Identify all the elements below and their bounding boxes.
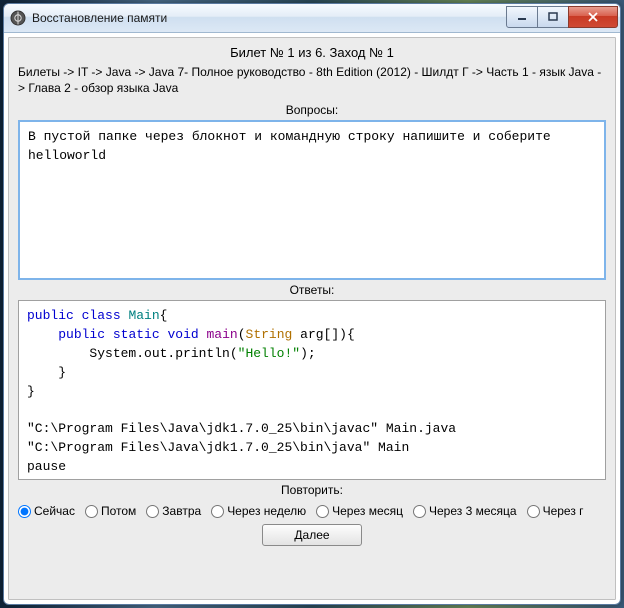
repeat-label: Повторить: — [18, 483, 606, 497]
app-icon — [10, 10, 26, 26]
repeat-option[interactable]: Через неделю — [211, 504, 306, 518]
titlebar[interactable]: Восстановление памяти — [4, 4, 620, 33]
answers-label: Ответы: — [18, 283, 606, 297]
close-button[interactable] — [568, 6, 618, 28]
action-row: Далее — [18, 524, 606, 548]
question-textarea[interactable]: В пустой папке через блокнот и командную… — [18, 120, 606, 280]
maximize-icon — [548, 12, 558, 22]
repeat-option[interactable]: Потом — [85, 504, 136, 518]
repeat-option-label: Потом — [101, 504, 136, 518]
questions-label: Вопросы: — [18, 103, 606, 117]
client-area: Билет № 1 из 6. Заход № 1 Билеты -> IT -… — [7, 36, 617, 601]
window-controls — [507, 6, 618, 28]
repeat-radio[interactable] — [316, 505, 329, 518]
next-button[interactable]: Далее — [262, 524, 362, 546]
close-icon — [587, 12, 599, 22]
repeat-option-label: Завтра — [162, 504, 201, 518]
window-title: Восстановление памяти — [32, 11, 507, 25]
repeat-radio[interactable] — [527, 505, 540, 518]
repeat-option-label: Через неделю — [227, 504, 306, 518]
repeat-option[interactable]: Через 3 месяца — [413, 504, 517, 518]
maximize-button[interactable] — [537, 6, 569, 28]
repeat-option-label: Сейчас — [34, 504, 75, 518]
repeat-radio[interactable] — [413, 505, 426, 518]
repeat-radio[interactable] — [146, 505, 159, 518]
minimize-button[interactable] — [506, 6, 538, 28]
repeat-option[interactable]: Через месяц — [316, 504, 403, 518]
repeat-option-label: Через г — [543, 504, 584, 518]
repeat-radio[interactable] — [18, 505, 31, 518]
repeat-option[interactable]: Через г — [527, 504, 584, 518]
minimize-icon — [517, 12, 527, 22]
repeat-radio[interactable] — [211, 505, 224, 518]
answer-textarea[interactable]: public class Main{ public static void ma… — [18, 300, 606, 480]
repeat-option[interactable]: Завтра — [146, 504, 201, 518]
breadcrumb: Билеты -> IT -> Java -> Java 7- Полное р… — [18, 64, 606, 96]
repeat-option[interactable]: Сейчас — [18, 504, 75, 518]
repeat-options: Сейчас Потом Завтра Через неделю Через месяц… — [18, 500, 606, 524]
repeat-option-label: Через месяц — [332, 504, 403, 518]
app-window: Восстановление памяти Билет № 1 из 6. За… — [3, 3, 621, 605]
repeat-option-label: Через 3 месяца — [429, 504, 517, 518]
ticket-header: Билет № 1 из 6. Заход № 1 — [18, 45, 606, 60]
repeat-radio[interactable] — [85, 505, 98, 518]
